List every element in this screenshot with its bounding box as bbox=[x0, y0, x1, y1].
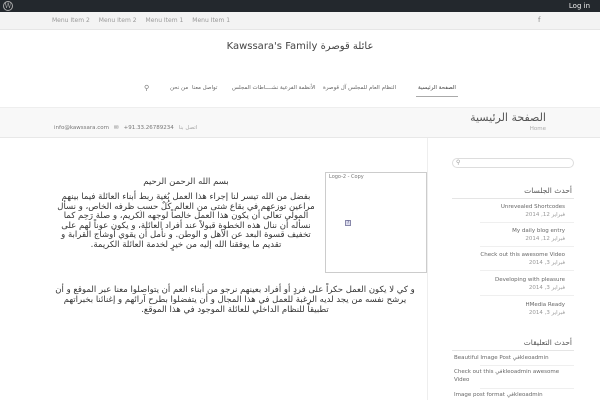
recent-comment-item[interactable]: Image post format فيkleoadmin bbox=[454, 391, 574, 399]
logo-image: Logo-2 - Copy ? bbox=[325, 172, 427, 273]
recent-comment-item[interactable]: Check out this فيkleoadmin awesome Video bbox=[454, 368, 574, 384]
main-nav: ⚲ من نحن تواصل معنا نشــــاطات المجلس ال… bbox=[140, 84, 460, 97]
post-date: فبراير 12, 2014 bbox=[525, 236, 565, 242]
nav-item-activities[interactable]: نشــــاطات المجلس bbox=[232, 84, 278, 92]
comment-separator bbox=[480, 365, 574, 366]
top-menu-item[interactable]: Menu Item 1 bbox=[146, 17, 184, 24]
nav-item-about[interactable]: من نحن bbox=[170, 84, 188, 92]
envelope-icon: ✉ bbox=[114, 125, 119, 131]
search-icon[interactable]: ⚲ bbox=[456, 159, 460, 166]
email-link[interactable]: info@kawssara.com bbox=[54, 125, 109, 131]
post-title[interactable]: HMedia Ready bbox=[526, 301, 565, 309]
facebook-icon[interactable]: f bbox=[538, 16, 540, 24]
post-separator bbox=[480, 270, 574, 271]
search-icon[interactable]: ⚲ bbox=[144, 84, 149, 92]
comment-separator bbox=[480, 388, 574, 389]
post-title[interactable]: Unrevealed Shortcodes bbox=[501, 203, 565, 211]
participation-paragraph: و كي لا يكون العمل حكراً على فردٍ أو أفر… bbox=[55, 285, 415, 315]
admin-bar: W Log in bbox=[0, 0, 600, 12]
basmala-line: بسم الله الرحمن الرحيم bbox=[143, 177, 229, 187]
broken-image-icon: ? bbox=[345, 220, 351, 226]
main-content: Logo-2 - Copy ? بسم الله الرحمن الرحيم ب… bbox=[55, 147, 427, 400]
page-title-bar: الصفحة الرئيسية Home info@kawssara.com ✉… bbox=[0, 108, 600, 138]
post-date: فبراير 3, 2014 bbox=[528, 260, 565, 266]
top-menu-item[interactable]: Menu Item 2 bbox=[99, 17, 137, 24]
page-title: الصفحة الرئيسية bbox=[470, 111, 546, 124]
sidebar: ⚲ أحدث الجلسات Unrevealed Shortcodes فبر… bbox=[427, 138, 600, 400]
post-title[interactable]: My daily blog entry bbox=[512, 227, 565, 235]
nav-item-general-system[interactable]: النظام العام للمجلس آل قوصرة bbox=[323, 84, 396, 92]
post-separator bbox=[480, 222, 574, 223]
post-separator bbox=[480, 246, 574, 247]
recent-comment-item[interactable]: Beautiful Image Post فيkleoadmin bbox=[454, 354, 574, 362]
phone-label: اتصل بنا bbox=[178, 125, 198, 131]
top-menu-item[interactable]: Menu Item 1 bbox=[192, 17, 230, 24]
top-menu-bar: Menu Item 2 Menu Item 2 Menu Item 1 Menu… bbox=[0, 12, 600, 30]
recent-post-item[interactable]: Unrevealed Shortcodes فبراير 12, 2014 bbox=[501, 203, 565, 219]
post-title[interactable]: Check out this awesome Video bbox=[480, 251, 565, 259]
recent-post-item[interactable]: HMedia Ready فبراير 3, 2014 bbox=[526, 301, 565, 317]
recent-post-item[interactable]: Developing with pleasure فبراير 3, 2014 bbox=[495, 276, 565, 292]
post-date: فبراير 3, 2014 bbox=[528, 285, 565, 291]
post-date: فبراير 12, 2014 bbox=[525, 212, 565, 218]
wordpress-icon[interactable]: W bbox=[3, 1, 13, 11]
recent-post-item[interactable]: Check out this awesome Video فبراير 3, 2… bbox=[480, 251, 565, 267]
recent-comments-heading: أحدث التعليقات bbox=[523, 338, 572, 347]
top-menu-item[interactable]: Menu Item 2 bbox=[52, 17, 90, 24]
contact-info: info@kawssara.com ✉ +91.33.26789234 اتصل… bbox=[54, 125, 197, 131]
heading-rule bbox=[452, 350, 574, 351]
phone-number: +91.33.26789234 bbox=[123, 125, 174, 131]
nav-item-contact[interactable]: تواصل معنا bbox=[192, 84, 217, 92]
heading-rule bbox=[452, 198, 574, 199]
post-date: فبراير 3, 2014 bbox=[528, 310, 565, 316]
site-title[interactable]: Kawssara's Family عائلة قوصرة bbox=[0, 41, 600, 52]
breadcrumb-home[interactable]: Home bbox=[530, 126, 546, 132]
post-title[interactable]: Developing with pleasure bbox=[495, 276, 565, 284]
nav-item-subsystems[interactable]: الأنظمة الفرعية bbox=[280, 84, 316, 92]
top-menu: Menu Item 2 Menu Item 2 Menu Item 1 Menu… bbox=[52, 17, 230, 24]
intro-paragraph: بفضل من الله تيسر لنا إجراء هذا العمل بُ… bbox=[57, 192, 315, 250]
logo-caption: Logo-2 - Copy bbox=[329, 174, 364, 180]
recent-post-item[interactable]: My daily blog entry فبراير 12, 2014 bbox=[512, 227, 565, 243]
active-nav-underline bbox=[416, 96, 458, 97]
recent-posts-heading: أحدث الجلسات bbox=[524, 186, 572, 195]
post-separator bbox=[480, 295, 574, 296]
login-link[interactable]: Log in bbox=[569, 1, 590, 11]
sidebar-search-input[interactable]: ⚲ bbox=[452, 158, 574, 168]
nav-item-home[interactable]: الصفحة الرئيسية bbox=[418, 84, 456, 92]
